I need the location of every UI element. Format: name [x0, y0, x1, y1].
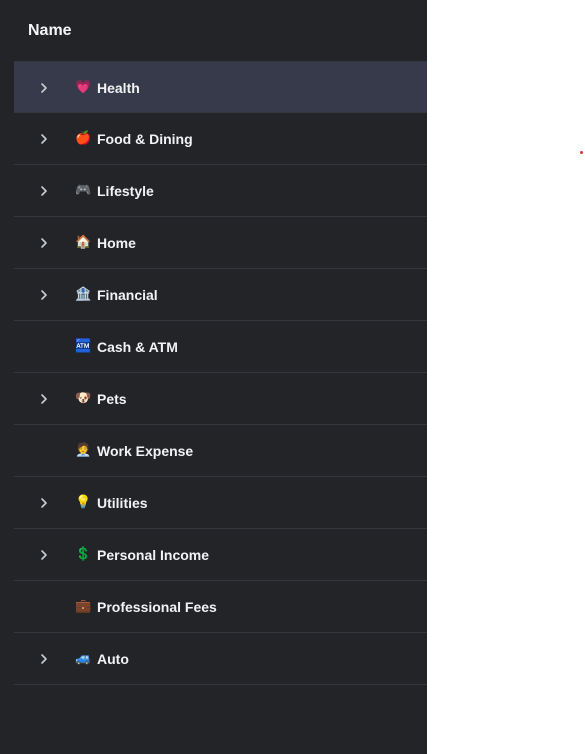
chevron-right-icon[interactable]: [38, 496, 50, 510]
bank-icon: 🏦: [75, 287, 92, 302]
category-label-group: 💡 Utilities: [75, 477, 148, 528]
category-row-health[interactable]: 💗 Health: [14, 61, 427, 113]
category-row-cash-atm[interactable]: 🏧 Cash & ATM: [14, 321, 427, 373]
category-label-group: 🏧 Cash & ATM: [75, 321, 178, 372]
dog-icon: 🐶: [75, 391, 92, 406]
house-icon: 🏠: [75, 235, 92, 250]
category-label: Auto: [97, 650, 129, 667]
category-row-work-expense[interactable]: 🧑‍💼 Work Expense: [14, 425, 427, 477]
category-list: 💗 Health 🍎 Food & Dining 🎮 Lifestyle 🏠 Home 🏦 Fin…: [14, 61, 427, 685]
category-label-group: 💲 Personal Income: [75, 529, 209, 580]
category-row-professional-fees[interactable]: 💼 Professional Fees: [14, 581, 427, 633]
category-label: Personal Income: [97, 546, 210, 563]
dollar-sign-icon: 💲: [75, 547, 92, 562]
red-dot-marker: [580, 151, 583, 154]
heart-icon: 💗: [75, 80, 92, 95]
category-label-group: 🏠 Home: [75, 217, 136, 268]
lightbulb-icon: 💡: [75, 495, 92, 510]
name-column-header[interactable]: Name: [28, 22, 72, 40]
category-label: Professional Fees: [97, 598, 217, 615]
chevron-right-icon[interactable]: [38, 652, 50, 666]
briefcase-icon: 💼: [75, 599, 92, 614]
category-label-group: 🎮 Lifestyle: [75, 165, 154, 216]
category-row-utilities[interactable]: 💡 Utilities: [14, 477, 427, 529]
category-label: Cash & ATM: [97, 338, 178, 355]
category-row-personal-income[interactable]: 💲 Personal Income: [14, 529, 427, 581]
apple-icon: 🍎: [75, 131, 92, 146]
category-label-group: 🚙 Auto: [75, 633, 129, 684]
category-row-auto[interactable]: 🚙 Auto: [14, 633, 427, 685]
category-label: Work Expense: [97, 442, 194, 459]
category-label-group: 💗 Health: [75, 62, 140, 113]
category-label-group: 🏦 Financial: [75, 269, 158, 320]
category-row-home[interactable]: 🏠 Home: [14, 217, 427, 269]
category-label: Pets: [97, 390, 127, 407]
office-worker-icon: 🧑‍💼: [75, 443, 92, 458]
chevron-right-icon[interactable]: [38, 236, 50, 250]
chevron-right-icon[interactable]: [38, 81, 50, 95]
category-label: Lifestyle: [97, 182, 154, 199]
category-label-group: 🍎 Food & Dining: [75, 113, 193, 164]
category-label-group: 💼 Professional Fees: [75, 581, 217, 632]
chevron-right-icon[interactable]: [38, 392, 50, 406]
category-label: Financial: [97, 286, 158, 303]
car-icon: 🚙: [75, 651, 92, 666]
category-label: Food & Dining: [97, 130, 193, 147]
category-row-financial[interactable]: 🏦 Financial: [14, 269, 427, 321]
category-label: Utilities: [97, 494, 148, 511]
category-label-group: 🧑‍💼 Work Expense: [75, 425, 193, 476]
chevron-right-icon[interactable]: [38, 132, 50, 146]
category-label: Home: [97, 234, 136, 251]
atm-icon: 🏧: [75, 339, 92, 354]
category-row-pets[interactable]: 🐶 Pets: [14, 373, 427, 425]
chevron-right-icon[interactable]: [38, 548, 50, 562]
category-label-group: 🐶 Pets: [75, 373, 127, 424]
category-label: Health: [97, 79, 140, 96]
category-row-food-dining[interactable]: 🍎 Food & Dining: [14, 113, 427, 165]
chevron-right-icon[interactable]: [38, 288, 50, 302]
chevron-right-icon[interactable]: [38, 184, 50, 198]
category-panel: Name 💗 Health 🍎 Food & Dining 🎮 Lifestyle 🏠 Hom…: [0, 0, 427, 754]
category-row-lifestyle[interactable]: 🎮 Lifestyle: [14, 165, 427, 217]
gamepad-icon: 🎮: [75, 183, 92, 198]
